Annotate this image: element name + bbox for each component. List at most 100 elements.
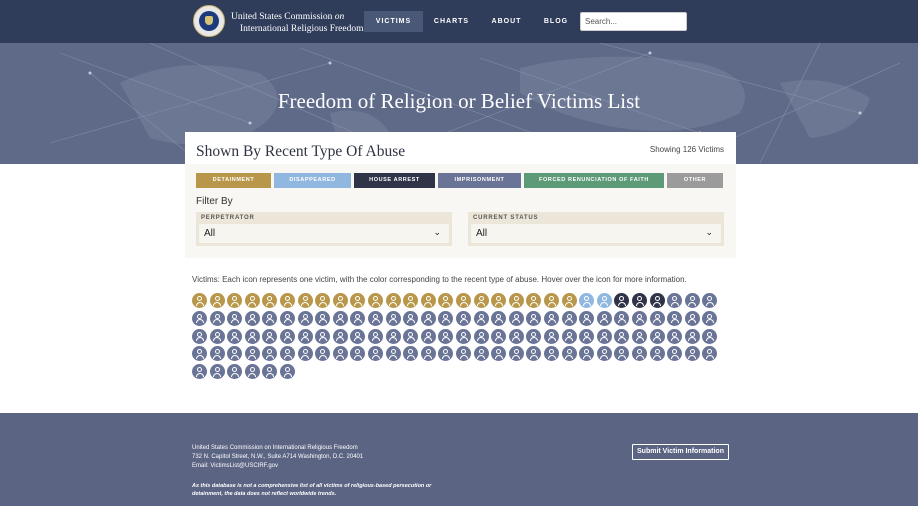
victim-imprisonment-icon[interactable]: [473, 346, 489, 362]
victim-imprisonment-icon[interactable]: [420, 310, 436, 326]
nav-blog[interactable]: BLOG: [538, 11, 574, 32]
victim-imprisonment-icon[interactable]: [561, 310, 577, 326]
victim-imprisonment-icon[interactable]: [297, 310, 313, 326]
org-name-line1[interactable]: United States Commission on: [231, 12, 344, 22]
victim-house-arrest-icon[interactable]: [649, 293, 665, 308]
victim-imprisonment-icon[interactable]: [262, 310, 278, 326]
victim-detainment-icon[interactable]: [315, 293, 331, 308]
victim-imprisonment-icon[interactable]: [368, 310, 383, 326]
victim-detainment-icon[interactable]: [350, 293, 366, 308]
victim-imprisonment-icon[interactable]: [332, 310, 348, 326]
victim-detainment-icon[interactable]: [192, 293, 207, 308]
victim-imprisonment-icon[interactable]: [209, 364, 225, 380]
victim-imprisonment-icon[interactable]: [244, 328, 260, 344]
victim-detainment-icon[interactable]: [227, 293, 243, 308]
victim-imprisonment-icon[interactable]: [350, 346, 366, 362]
current-status-filter[interactable]: CURRENT STATUS All ⌄: [468, 212, 724, 246]
victim-imprisonment-icon[interactable]: [438, 310, 454, 326]
legend-disappeared-button[interactable]: DISAPPEARED: [274, 173, 351, 188]
victim-imprisonment-icon[interactable]: [667, 328, 683, 344]
victim-imprisonment-icon[interactable]: [632, 310, 647, 326]
victim-imprisonment-icon[interactable]: [579, 346, 595, 362]
victim-imprisonment-icon[interactable]: [491, 328, 507, 344]
victim-imprisonment-icon[interactable]: [491, 310, 507, 326]
victim-imprisonment-icon[interactable]: [632, 328, 647, 344]
victim-imprisonment-icon[interactable]: [280, 328, 295, 344]
nav-about[interactable]: ABOUT: [486, 11, 527, 32]
victim-imprisonment-icon[interactable]: [209, 346, 225, 362]
victim-imprisonment-icon[interactable]: [209, 328, 225, 344]
victim-imprisonment-icon[interactable]: [596, 328, 612, 344]
nav-victims[interactable]: VICTIMS: [364, 11, 423, 32]
victim-imprisonment-icon[interactable]: [526, 328, 542, 344]
victim-imprisonment-icon[interactable]: [526, 310, 542, 326]
victim-imprisonment-icon[interactable]: [403, 310, 419, 326]
victim-imprisonment-icon[interactable]: [227, 364, 243, 380]
victim-imprisonment-icon[interactable]: [227, 346, 243, 362]
victim-detainment-icon[interactable]: [473, 293, 489, 308]
victim-imprisonment-icon[interactable]: [262, 364, 278, 380]
victim-detainment-icon[interactable]: [332, 293, 348, 308]
victim-detainment-icon[interactable]: [561, 293, 577, 308]
victim-imprisonment-icon[interactable]: [491, 346, 507, 362]
victim-imprisonment-icon[interactable]: [508, 328, 524, 344]
victim-imprisonment-icon[interactable]: [438, 346, 454, 362]
victim-imprisonment-icon[interactable]: [403, 328, 419, 344]
victim-imprisonment-icon[interactable]: [684, 310, 700, 326]
legend-detainment-button[interactable]: DETAINMENT: [196, 173, 271, 188]
victim-imprisonment-icon[interactable]: [544, 346, 559, 362]
org-name-line2[interactable]: International Religious Freedom: [240, 24, 363, 34]
nav-charts[interactable]: CHARTS: [428, 11, 475, 32]
victim-imprisonment-icon[interactable]: [596, 346, 612, 362]
victim-imprisonment-icon[interactable]: [403, 346, 419, 362]
victim-imprisonment-icon[interactable]: [192, 364, 207, 380]
legend-imprisonment-button[interactable]: IMPRISONMENT: [438, 173, 521, 188]
victim-imprisonment-icon[interactable]: [702, 346, 718, 362]
perpetrator-select[interactable]: All ⌄: [199, 224, 449, 243]
victim-imprisonment-icon[interactable]: [385, 310, 401, 326]
victim-imprisonment-icon[interactable]: [297, 328, 313, 344]
victim-imprisonment-icon[interactable]: [332, 328, 348, 344]
legend-house-arrest-button[interactable]: HOUSE ARREST: [354, 173, 435, 188]
victim-imprisonment-icon[interactable]: [526, 346, 542, 362]
victim-imprisonment-icon[interactable]: [544, 328, 559, 344]
victim-imprisonment-icon[interactable]: [561, 328, 577, 344]
victim-imprisonment-icon[interactable]: [262, 346, 278, 362]
victim-detainment-icon[interactable]: [508, 293, 524, 308]
victim-imprisonment-icon[interactable]: [456, 346, 471, 362]
victim-imprisonment-icon[interactable]: [614, 328, 630, 344]
victim-imprisonment-icon[interactable]: [350, 310, 366, 326]
victim-imprisonment-icon[interactable]: [332, 346, 348, 362]
victim-detainment-icon[interactable]: [262, 293, 278, 308]
victim-imprisonment-icon[interactable]: [438, 328, 454, 344]
victim-detainment-icon[interactable]: [438, 293, 454, 308]
victim-imprisonment-icon[interactable]: [192, 346, 207, 362]
victim-imprisonment-icon[interactable]: [368, 328, 383, 344]
victim-imprisonment-icon[interactable]: [280, 310, 295, 326]
victim-imprisonment-icon[interactable]: [684, 346, 700, 362]
victim-detainment-icon[interactable]: [385, 293, 401, 308]
victim-imprisonment-icon[interactable]: [544, 310, 559, 326]
search-input[interactable]: [580, 12, 687, 31]
victim-detainment-icon[interactable]: [209, 293, 225, 308]
victim-imprisonment-icon[interactable]: [649, 310, 665, 326]
victim-imprisonment-icon[interactable]: [579, 328, 595, 344]
victim-imprisonment-icon[interactable]: [315, 346, 331, 362]
victim-imprisonment-icon[interactable]: [420, 346, 436, 362]
perpetrator-filter[interactable]: PERPETRATOR All ⌄: [196, 212, 452, 246]
victim-imprisonment-icon[interactable]: [280, 364, 295, 380]
victim-imprisonment-icon[interactable]: [420, 328, 436, 344]
victim-detainment-icon[interactable]: [403, 293, 419, 308]
victim-detainment-icon[interactable]: [456, 293, 471, 308]
uscirf-seal-logo[interactable]: [193, 5, 225, 37]
victim-imprisonment-icon[interactable]: [385, 328, 401, 344]
victim-imprisonment-icon[interactable]: [315, 328, 331, 344]
victim-imprisonment-icon[interactable]: [473, 310, 489, 326]
victim-imprisonment-icon[interactable]: [209, 310, 225, 326]
victim-imprisonment-icon[interactable]: [473, 328, 489, 344]
victim-imprisonment-icon[interactable]: [456, 310, 471, 326]
victim-imprisonment-icon[interactable]: [192, 328, 207, 344]
victim-imprisonment-icon[interactable]: [649, 328, 665, 344]
victim-imprisonment-icon[interactable]: [614, 310, 630, 326]
victim-detainment-icon[interactable]: [420, 293, 436, 308]
